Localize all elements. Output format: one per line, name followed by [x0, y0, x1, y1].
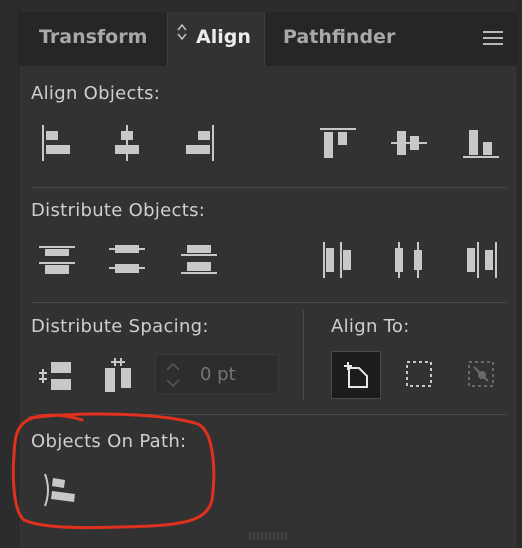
left-dock-strip	[0, 0, 18, 548]
horizontal-align-left-button[interactable]	[37, 123, 77, 163]
vertical-distribute-bottom-icon	[181, 245, 217, 274]
align-to-selection-button[interactable]	[399, 354, 439, 394]
horizontal-align-right-button[interactable]	[179, 123, 219, 163]
horizontal-distribute-right-button[interactable]	[461, 240, 501, 280]
vertical-distribute-bottom-button[interactable]	[179, 240, 219, 280]
tab-pathfinder[interactable]: Pathfinder	[283, 12, 395, 66]
align-to-key-object-icon	[344, 362, 368, 388]
align-to-artboard-button[interactable]	[461, 354, 501, 394]
vertical-align-center-icon	[391, 131, 427, 155]
vertical-align-center-button[interactable]	[389, 123, 429, 163]
section-divider	[31, 187, 507, 188]
spacing-value-field[interactable]	[155, 354, 279, 394]
horizontal-distribute-center-icon	[395, 242, 422, 278]
updown-chevron-icon	[176, 10, 188, 60]
vertical-align-top-button[interactable]	[318, 123, 358, 163]
distribute-objects-label: Distribute Objects:	[31, 200, 206, 221]
horizontal-distribute-space-button[interactable]	[99, 356, 139, 396]
vertical-distribute-top-icon	[39, 246, 75, 274]
distribute-spacing-label: Distribute Spacing:	[31, 316, 209, 337]
vertical-distribute-center-icon	[109, 245, 145, 273]
vertical-distribute-center-button[interactable]	[107, 240, 147, 280]
column-divider	[303, 310, 304, 400]
vertical-align-bottom-icon	[463, 130, 499, 158]
align-on-path-button[interactable]	[39, 470, 79, 510]
horizontal-align-left-icon	[42, 125, 70, 161]
section-divider	[31, 302, 507, 303]
align-to-artboard-icon	[468, 361, 494, 387]
stepper-arrows-icon[interactable]	[164, 359, 182, 391]
align-panel: Transform Align Pathfinder Align Objects…	[18, 0, 518, 548]
align-to-label: Align To:	[331, 316, 410, 337]
objects-on-path-label: Objects On Path:	[31, 431, 187, 452]
tab-transform[interactable]: Transform	[39, 12, 147, 66]
panel-menu-icon[interactable]	[483, 31, 503, 47]
horizontal-distribute-right-icon	[467, 242, 497, 278]
section-divider	[31, 414, 507, 415]
horizontal-distribute-center-button[interactable]	[389, 240, 429, 280]
align-to-selection-icon	[406, 361, 432, 387]
horizontal-distribute-space-icon	[105, 358, 131, 392]
vertical-align-top-icon	[320, 128, 356, 158]
horizontal-align-center-button[interactable]	[107, 123, 147, 163]
align-objects-label: Align Objects:	[31, 83, 161, 104]
vertical-align-bottom-button[interactable]	[461, 123, 501, 163]
spacing-value-input[interactable]	[200, 364, 270, 385]
vertical-distribute-space-button[interactable]	[37, 356, 77, 396]
vertical-distribute-space-icon	[39, 362, 71, 390]
horizontal-distribute-left-icon	[323, 242, 351, 278]
horizontal-distribute-left-button[interactable]	[318, 240, 358, 280]
tab-align-label: Align	[196, 26, 251, 48]
tab-align[interactable]: Align	[167, 12, 265, 66]
horizontal-align-center-icon	[115, 125, 139, 161]
align-to-key-object-button[interactable]	[331, 351, 381, 399]
vertical-distribute-top-button[interactable]	[37, 240, 77, 280]
resize-grip-icon[interactable]	[249, 532, 287, 540]
horizontal-align-right-icon	[186, 125, 214, 161]
align-on-path-icon	[44, 473, 75, 507]
